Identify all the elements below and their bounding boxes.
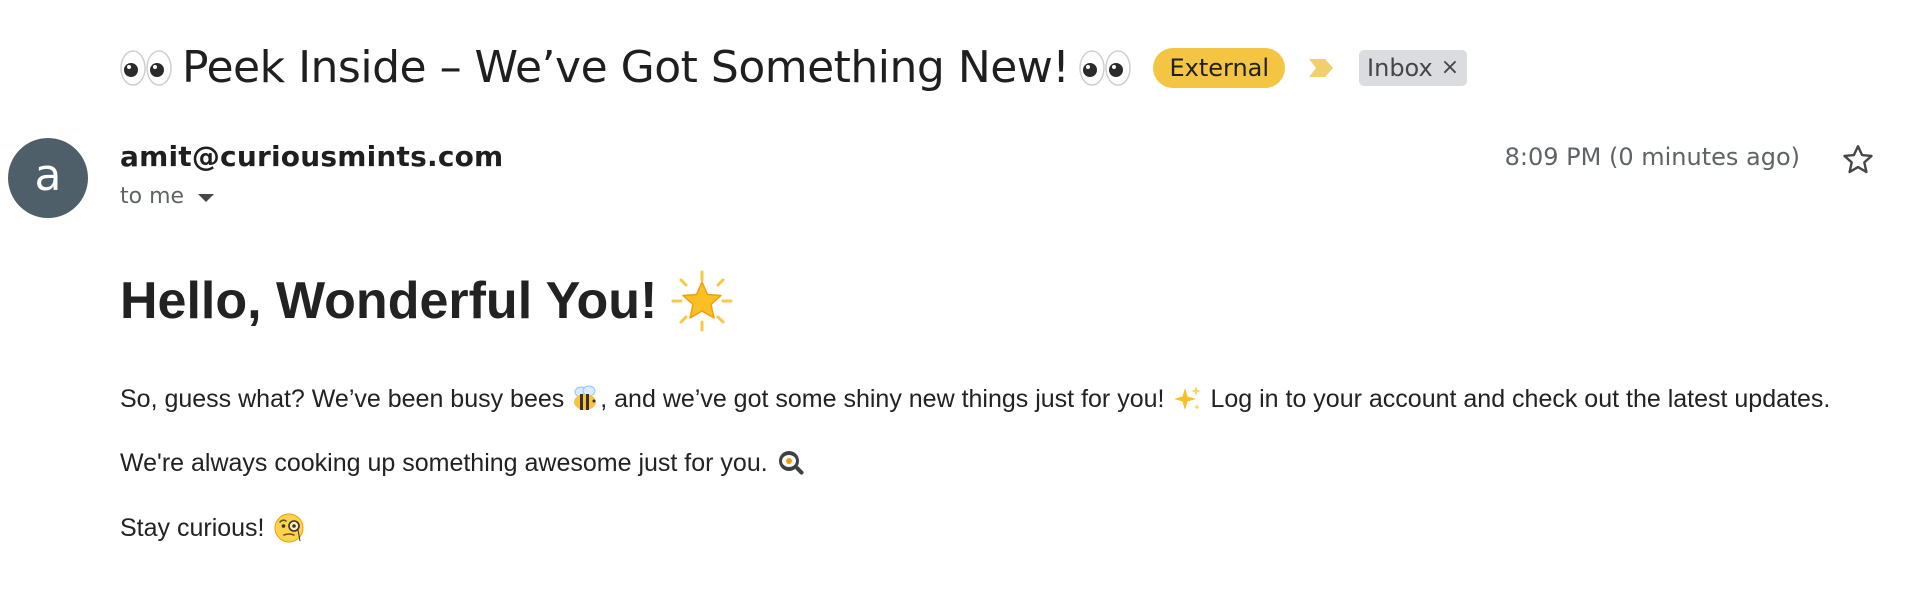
para3-text: Stay curious! [120, 513, 265, 542]
email-timestamp: 8:09 PM (0 minutes ago) [1504, 143, 1800, 171]
cooking-pan-emoji-icon [776, 448, 806, 478]
chevron-down-icon[interactable] [198, 193, 215, 202]
recipient-details-toggle[interactable]: to me [120, 184, 215, 209]
recipient-label: to me [120, 184, 185, 209]
star-icon[interactable] [1840, 142, 1876, 178]
subject-row: Peek Inside – We’ve Got Something New! E… [120, 36, 1468, 100]
avatar[interactable]: a [8, 138, 88, 218]
inbox-label-text: Inbox [1367, 54, 1433, 82]
honeybee-emoji-icon [570, 384, 600, 414]
para1-text-a: So, guess what? We’ve been busy bees [120, 384, 565, 413]
body-paragraph-1: So, guess what? We’ve been busy bees , a… [120, 384, 1830, 414]
sparkles-emoji-icon [1172, 384, 1202, 414]
email-greeting-heading: Hello, Wonderful You! [120, 270, 733, 332]
para1-text-c: Log in to your account and check out the… [1210, 384, 1831, 413]
eyes-emoji-icon [1079, 46, 1132, 90]
glowing-star-emoji-icon [671, 270, 733, 332]
greeting-text: Hello, Wonderful You! [120, 272, 658, 330]
eyes-emoji-icon [120, 46, 172, 90]
para2-text: We're always cooking up something awesom… [120, 448, 768, 477]
inbox-label: Inbox × [1359, 50, 1468, 86]
remove-label-icon[interactable]: × [1441, 57, 1459, 79]
external-label[interactable]: External [1153, 48, 1286, 88]
body-paragraph-2: We're always cooking up something awesom… [120, 448, 806, 478]
body-paragraph-3: Stay curious! [120, 512, 305, 544]
importance-marker-icon[interactable] [1307, 57, 1335, 79]
para1-text-b: , and we’ve got some shiny new things ju… [600, 384, 1165, 413]
face-with-monocle-emoji-icon [273, 512, 305, 544]
sender-email[interactable]: amit@curiousmints.com [120, 140, 503, 173]
email-subject: Peek Inside – We’ve Got Something New! [182, 42, 1070, 93]
